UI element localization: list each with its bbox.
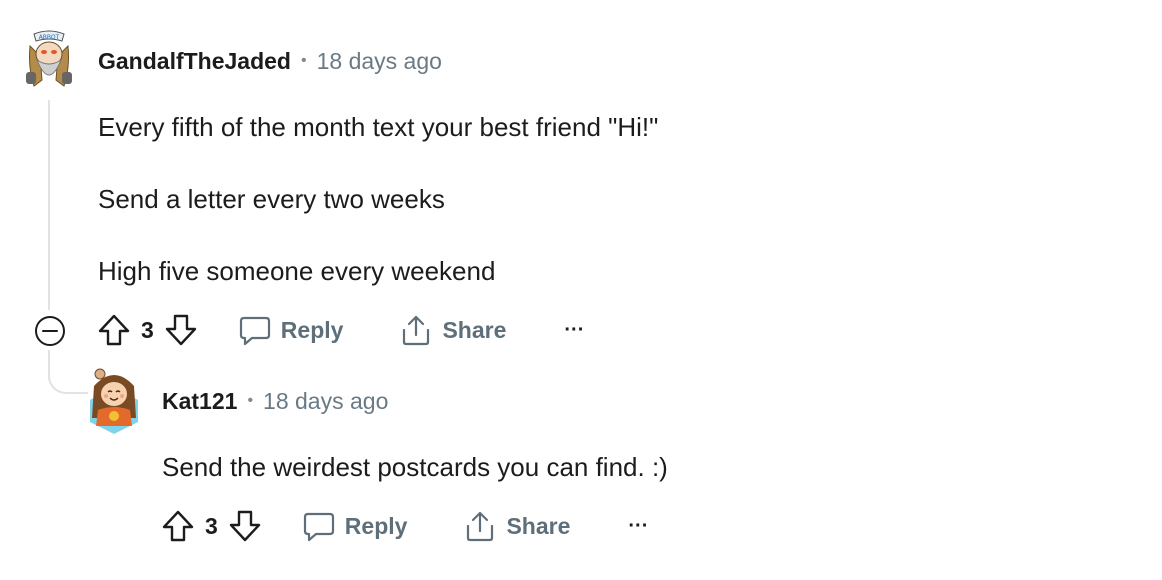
comment-paragraph: Send a letter every two weeks [98,184,445,214]
avatar[interactable]: ABBOT [20,28,78,90]
comment-actions: 3 Reply Share ··· [161,506,648,546]
avatar[interactable] [86,366,142,434]
upvote-button[interactable] [97,313,131,347]
downvote-button[interactable] [164,313,198,347]
share-label: Share [506,512,571,539]
minus-circle-icon [35,316,65,346]
comment-paragraph: High five someone every weekend [98,256,496,286]
reply-label: Reply [280,316,344,343]
comment-meta: GandalfTheJaded • 18 days ago [98,48,442,75]
vote-count: 3 [205,512,218,539]
share-label: Share [442,316,507,343]
thread-line [48,100,50,310]
downvote-button[interactable] [228,509,262,543]
share-icon [403,315,430,346]
reply-button[interactable]: Reply [238,313,344,347]
avatar-badge-text: ABBOT [39,34,60,41]
comment-paragraph: Send the weirdest postcards you can find… [162,452,668,482]
arrow-up-icon [98,314,130,346]
username[interactable]: Kat121 [162,388,237,415]
comment-meta: Kat121 • 18 days ago [162,388,388,415]
meta-separator: • [300,51,307,69]
timestamp[interactable]: 18 days ago [263,388,388,415]
thread-branch [48,360,88,394]
reply-label: Reply [344,512,408,539]
upvote-button[interactable] [161,509,195,543]
share-button[interactable]: Share [399,313,506,347]
comment-actions: 3 Reply Share ··· [97,310,584,350]
comment-paragraph: Every fifth of the month text your best … [98,112,659,142]
reply-button[interactable]: Reply [302,509,408,543]
more-options-button[interactable]: ··· [564,319,584,342]
vote-count: 3 [141,316,154,343]
ellipsis-icon: ··· [564,318,585,341]
arrow-down-icon [165,314,196,346]
username[interactable]: GandalfTheJaded [98,48,291,75]
collapse-button[interactable] [34,315,66,347]
avatar-image [90,368,138,434]
meta-separator: • [247,391,254,409]
speech-bubble-icon [303,512,334,542]
share-button[interactable]: Share [463,509,570,543]
arrow-up-icon [162,510,194,542]
speech-bubble-icon [239,316,270,346]
timestamp[interactable]: 18 days ago [317,48,442,75]
more-options-button[interactable]: ··· [628,515,648,538]
avatar-image: ABBOT [26,30,72,87]
share-icon [467,511,494,542]
ellipsis-icon: ··· [628,514,649,537]
arrow-down-icon [229,510,260,542]
